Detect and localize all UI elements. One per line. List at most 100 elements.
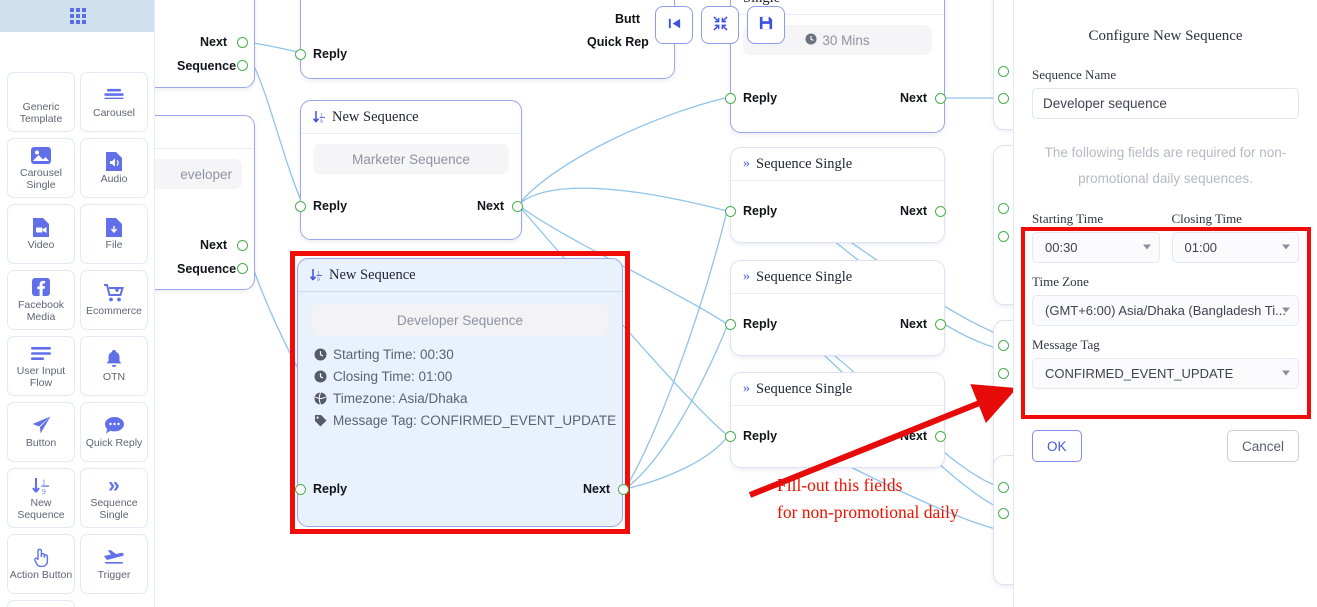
palette-item-carousel[interactable]: Carousel: [80, 72, 148, 132]
cancel-button[interactable]: Cancel: [1226, 430, 1299, 462]
audio-icon: [106, 150, 122, 172]
message-tag-select[interactable]: CONFIRMED_EVENT_UPDATE: [1032, 357, 1299, 389]
shopping-cart-icon: [104, 282, 124, 304]
port-next[interactable]: [237, 37, 248, 48]
message-tag-group: Message Tag CONFIRMED_EVENT_UPDATE: [1032, 337, 1299, 389]
port-reply[interactable]: [295, 49, 306, 60]
send-button-icon: [32, 414, 51, 436]
collapse-button[interactable]: [701, 6, 739, 44]
trigger-plane-icon: [103, 546, 125, 568]
port-next[interactable]: [998, 93, 1009, 104]
sequence-name-group: Sequence Name: [1032, 67, 1299, 119]
message-tag-label: Message Tag: [1032, 336, 1100, 352]
port-label-reply: Reply: [313, 199, 348, 213]
palette-item-user-input-flow[interactable]: User Input Flow: [7, 336, 75, 396]
node-sequence-single-2[interactable]: » Sequence Single: [730, 260, 945, 356]
port-next[interactable]: [935, 93, 946, 104]
starting-time-select[interactable]: 00:30: [1032, 231, 1160, 263]
port-next[interactable]: [512, 201, 523, 212]
save-button[interactable]: [747, 6, 785, 44]
port-next[interactable]: [935, 431, 946, 442]
port-reply[interactable]: [725, 93, 736, 104]
closing-time-label: Closing Time: [1171, 210, 1242, 226]
node-marketer-sequence[interactable]: 1 9 New Sequence Marketer Sequence: [300, 100, 522, 240]
palette-item-label: Sequence Single: [90, 497, 138, 521]
facebook-icon: [32, 276, 50, 298]
palette-item-label: File: [105, 239, 123, 252]
closing-time-select[interactable]: 01:00: [1171, 231, 1299, 263]
palette-item-otn[interactable]: OTN: [80, 336, 148, 396]
palette-drag-handle[interactable]: [0, 0, 154, 32]
delay-text: 30 Mins: [822, 32, 870, 48]
port-label-sequence: Sequence: [177, 262, 237, 276]
palette-item-new-sequence[interactable]: 1 9 New Sequence: [7, 468, 75, 528]
node-body: eveloper: [155, 149, 254, 189]
palette-item-trigger[interactable]: Trigger: [80, 534, 148, 594]
canvas-toolbar[interactable]: [655, 6, 785, 44]
port-reply[interactable]: [998, 340, 1009, 351]
port-label-quick-reply: Quick Rep: [587, 35, 649, 49]
time-zone-label: Time Zone: [1032, 273, 1089, 289]
node-header: » Sequence Single: [731, 148, 944, 181]
time-zone-group: Time Zone (GMT+6:00) Asia/Dhaka (Banglad…: [1032, 274, 1299, 326]
new-sequence-icon: 1 9: [310, 268, 323, 282]
node-body: Developer Sequence Starting Time: 00:30 …: [298, 292, 622, 428]
node-sequence-single-1[interactable]: » Sequence Single: [730, 147, 945, 243]
palette-item-ecommerce[interactable]: Ecommerce: [80, 270, 148, 330]
new-sequence-icon: 1 9: [313, 110, 326, 124]
port-reply[interactable]: [295, 484, 306, 495]
port-next[interactable]: [998, 368, 1009, 379]
port-next[interactable]: [935, 319, 946, 330]
port-reply[interactable]: [725, 431, 736, 442]
port-reply[interactable]: [725, 319, 736, 330]
palette-item-file[interactable]: File: [80, 204, 148, 264]
palette-item-video[interactable]: Video: [7, 204, 75, 264]
sequence-single-icon: »: [108, 473, 120, 497]
chevron-down-icon: [1282, 244, 1290, 250]
palette-item-sequence-single[interactable]: » Sequence Single: [80, 468, 148, 528]
time-zone-select[interactable]: (GMT+6:00) Asia/Dhaka (Bangladesh Ti...: [1032, 294, 1299, 326]
skip-back-button[interactable]: [655, 6, 693, 44]
chevron-down-icon: [1142, 244, 1151, 250]
palette-item-carousel-single[interactable]: Carousel Single: [7, 138, 75, 198]
panel-title: Configure New Sequence: [1088, 28, 1243, 44]
port-reply[interactable]: [998, 482, 1009, 493]
node-header: » Sequence Single: [731, 373, 944, 406]
chat-bubble-icon: [104, 414, 124, 436]
app-root: Next Sequence eveloper Next Sequence Rep…: [0, 0, 1317, 607]
port-reply[interactable]: [998, 66, 1009, 77]
svg-text:9: 9: [320, 119, 323, 124]
panel-actions: OK Cancel: [1032, 430, 1299, 462]
port-next[interactable]: [998, 231, 1009, 242]
port-reply[interactable]: [998, 203, 1009, 214]
starting-time-group: Starting Time 00:30: [1032, 211, 1160, 263]
sequence-single-icon: »: [743, 156, 750, 171]
port-reply[interactable]: [725, 206, 736, 217]
element-palette[interactable]: Generic Template Carousel Carousel Singl…: [0, 0, 155, 607]
port-label-next: Next: [900, 429, 928, 443]
port-next[interactable]: [618, 484, 629, 495]
annotation-line-2: for non-promotional daily: [777, 502, 959, 523]
sequence-name-input[interactable]: [1032, 88, 1299, 119]
port-sequence[interactable]: [237, 60, 248, 71]
port-reply[interactable]: [295, 201, 306, 212]
port-next[interactable]: [237, 240, 248, 251]
configure-sequence-panel[interactable]: Configure New Sequence Sequence Name The…: [1013, 0, 1317, 607]
port-next[interactable]: [935, 206, 946, 217]
port-next[interactable]: [998, 508, 1009, 519]
carousel-icon: [104, 84, 124, 106]
port-sequence[interactable]: [237, 263, 248, 274]
collapse-arrows-icon: [712, 15, 728, 35]
palette-item-quick-reply[interactable]: Quick Reply: [80, 402, 148, 462]
svg-text:1: 1: [42, 477, 46, 486]
palette-item-facebook-media[interactable]: Facebook Media: [7, 270, 75, 330]
node-sequence-single-3[interactable]: » Sequence Single: [730, 372, 945, 468]
palette-item-new-postback[interactable]: New Postback: [7, 600, 75, 607]
palette-item-audio[interactable]: Audio: [80, 138, 148, 198]
palette-item-button[interactable]: Button: [7, 402, 75, 462]
globe-icon: [314, 392, 327, 405]
palette-item-generic-template[interactable]: Generic Template: [7, 72, 75, 132]
ok-button[interactable]: OK: [1032, 430, 1082, 462]
port-label-next: Next: [900, 204, 928, 218]
palette-item-action-button[interactable]: Action Button: [7, 534, 75, 594]
